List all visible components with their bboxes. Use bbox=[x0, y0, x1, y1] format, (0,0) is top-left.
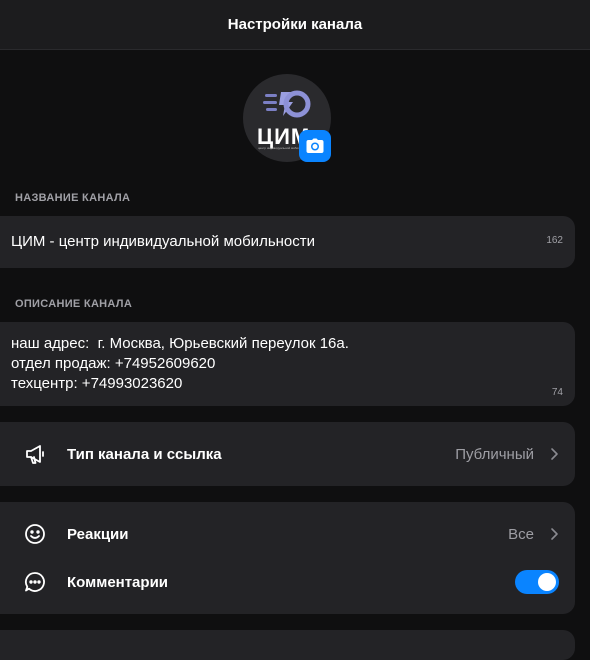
chevron-right-icon bbox=[551, 448, 558, 460]
channel-name-counter: 162 bbox=[546, 235, 563, 246]
comments-toggle[interactable] bbox=[515, 570, 559, 594]
channel-name-value[interactable]: ЦИМ - центр индивидуальной мобильности bbox=[11, 233, 315, 250]
channel-type-value: Публичный bbox=[455, 445, 534, 463]
channel-type-label: Тип канала и ссылка bbox=[67, 445, 222, 463]
megaphone-icon bbox=[22, 441, 48, 467]
channel-avatar[interactable]: ЦИМ центр индивидуальной мобильности bbox=[243, 74, 331, 162]
reactions-row[interactable]: Реакции Все bbox=[0, 510, 575, 558]
chevron-right-icon bbox=[551, 528, 558, 540]
smile-icon bbox=[22, 521, 48, 547]
description-line: отдел продаж: +74952609620 bbox=[11, 355, 216, 372]
next-settings-card bbox=[0, 630, 575, 660]
channel-description-field[interactable]: наш адрес: г. Москва, Юрьевский переулок… bbox=[0, 322, 575, 406]
channel-description-label: ОПИСАНИЕ КАНАЛА bbox=[15, 298, 133, 310]
channel-type-card: Тип канала и ссылка Публичный bbox=[0, 422, 575, 486]
toggle-knob bbox=[538, 573, 556, 591]
channel-name-label: НАЗВАНИЕ КАНАЛА bbox=[15, 192, 131, 204]
description-text[interactable]: наш адрес: г. Москва, Юрьевский переулок… bbox=[11, 334, 349, 394]
change-photo-button[interactable] bbox=[299, 130, 331, 162]
header: Настройки канала bbox=[0, 0, 590, 50]
logo-mark-icon bbox=[263, 90, 311, 118]
description-line: наш адрес: г. Москва, Юрьевский переулок… bbox=[11, 335, 349, 352]
comments-row[interactable]: Комментарии bbox=[0, 558, 575, 606]
channel-description-counter: 74 bbox=[551, 387, 563, 398]
page-title: Настройки канала bbox=[227, 16, 363, 33]
channel-name-field[interactable]: ЦИМ - центр индивидуальной мобильности 1… bbox=[0, 216, 575, 268]
camera-icon bbox=[306, 138, 324, 153]
comment-icon bbox=[22, 569, 48, 595]
reactions-label: Реакции bbox=[67, 525, 129, 543]
comments-label: Комментарии bbox=[67, 573, 169, 591]
reactions-value: Все bbox=[508, 525, 534, 543]
description-line: техцентр: +74993023620 bbox=[11, 375, 183, 392]
channel-type-row[interactable]: Тип канала и ссылка Публичный bbox=[0, 430, 575, 478]
interaction-settings-card: Реакции Все Комментарии bbox=[0, 502, 575, 614]
